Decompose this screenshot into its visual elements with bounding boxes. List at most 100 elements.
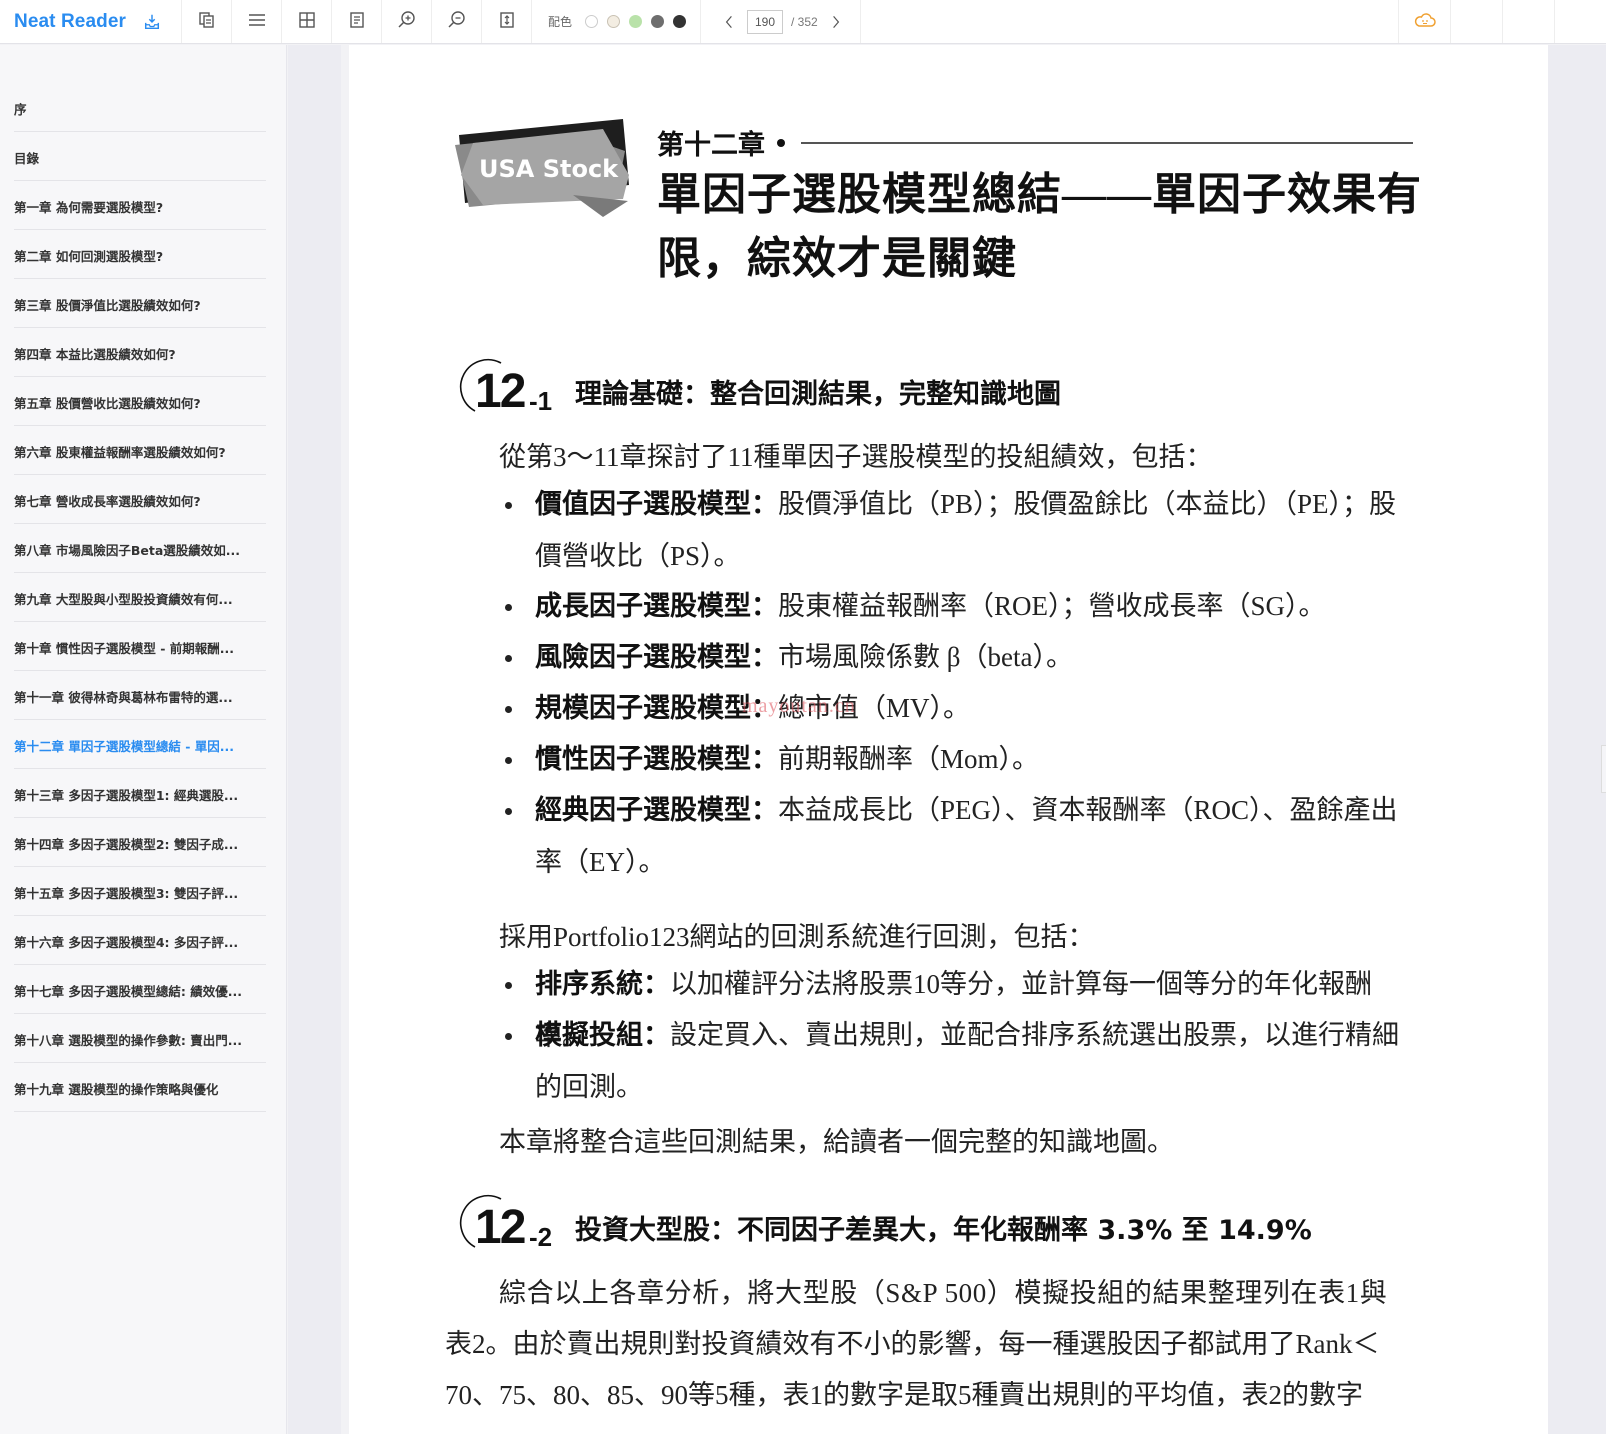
side-panel-handle[interactable] xyxy=(1601,745,1606,793)
toc-item[interactable]: 第五章 股價營收比選股績效如何? xyxy=(14,377,266,426)
toc-item[interactable]: 第九章 大型股與小型股投資績效有何... xyxy=(14,573,266,622)
zoom-in-button[interactable] xyxy=(382,0,432,43)
toc-item[interactable]: 目錄 xyxy=(14,132,266,181)
toc-item[interactable]: 第二章 如何回測選股模型? xyxy=(14,230,266,279)
pager: / 352 xyxy=(701,0,861,43)
zoom-out-icon xyxy=(447,10,467,34)
bullet-dot xyxy=(505,757,512,764)
chapter-title: 單因子選股模型總結——單因子效果有 限，綜效才是關鍵 xyxy=(657,163,1437,291)
toc-item[interactable]: 第十五章 多因子選股模型3: 雙因子評... xyxy=(14,867,266,916)
bullet-description: 總市值（MV）。 xyxy=(778,693,971,723)
chevron-left-icon xyxy=(725,15,732,28)
bullet-text: 風險因子選股模型：市場風險係數 β（beta）。 xyxy=(505,631,1405,683)
swatch-beige[interactable] xyxy=(607,15,621,28)
toc-item[interactable]: 第十九章 選股模型的操作策略與優化 xyxy=(14,1063,266,1112)
page-gutter-right xyxy=(1548,45,1606,1434)
bullet-dot xyxy=(505,706,512,713)
toc-item[interactable]: 第十六章 多因子選股模型4: 多因子評... xyxy=(14,916,266,965)
bullet-text: 慣性因子選股模型：前期報酬率（Mom）。 xyxy=(505,733,1405,785)
copy-button[interactable] xyxy=(182,0,232,43)
bullet-dot xyxy=(505,604,512,611)
chevron-right-icon xyxy=(832,15,839,28)
body-line-1: 綜合以上各章分析，將大型股（S&P 500）模擬投組的結果整理列在表1與 xyxy=(499,1278,1388,1308)
bullet-dot xyxy=(505,502,512,509)
brand: Neat Reader xyxy=(0,0,182,43)
backtest-intro: 採用Portfolio123網站的回測系統進行回測，包括： xyxy=(499,922,1095,952)
section-title: 理論基礎：整合回測結果，完整知識地圖 xyxy=(575,379,1061,410)
toc-button[interactable] xyxy=(232,0,282,43)
cloud-sync-button[interactable] xyxy=(1398,0,1450,43)
search-button[interactable] xyxy=(1450,0,1502,45)
chapter-dot xyxy=(777,138,785,147)
toc-item[interactable]: 第十三章 多因子選股模型1: 經典選股... xyxy=(14,769,266,818)
bullet-item: 價值因子選股模型：股價淨值比（PB）；股價盈餘比（本益比）（PE）；股價營收比（… xyxy=(505,478,1405,582)
color-scheme-label: 配色 xyxy=(548,15,573,29)
copy-icon xyxy=(197,10,217,34)
fit-height-icon xyxy=(497,10,517,34)
grid-icon xyxy=(297,10,317,34)
bullet-dot xyxy=(505,808,512,815)
bullet-item: 風險因子選股模型：市場風險係數 β（beta）。 xyxy=(505,631,1405,683)
toolbar: Neat Reader 配色 / 352 xyxy=(0,0,1606,45)
color-scheme-group: 配色 xyxy=(532,0,702,43)
section-number-main: 12 xyxy=(475,1201,526,1254)
next-page-button[interactable] xyxy=(826,12,846,32)
zoom-out-button[interactable] xyxy=(432,0,482,43)
bullet-item: 模擬投組：設定買入、賣出規則，並配合排序系統選出股票，以進行精細的回測。 xyxy=(505,1009,1405,1113)
fit-height-button[interactable] xyxy=(482,0,532,43)
toc-item[interactable]: 第十七章 多因子選股模型總結: 績效優... xyxy=(14,965,266,1014)
bullet-text: 成長因子選股模型：股東權益報酬率（ROE）；營收成長率（SG）。 xyxy=(505,580,1405,632)
collapse-toolbar-button[interactable] xyxy=(1554,0,1606,44)
section-heading-12-2: 12 -2 投資大型股：不同因子差異大，年化報酬率 3.3% 至 14.9% xyxy=(453,1191,1312,1254)
swatch-white[interactable] xyxy=(585,15,599,28)
bullet-term: 風險因子選股模型： xyxy=(535,642,778,672)
swatch-dark[interactable] xyxy=(673,15,687,28)
toc-item[interactable]: 第十一章 彼得林奇與葛林布雷特的選... xyxy=(14,671,266,720)
zoom-in-icon xyxy=(397,10,417,34)
book-page: USA Stock 第十二章 單因子選股模型總結——單因子效果有 限，綜效才是關… xyxy=(349,45,1548,1434)
bullet-text: 規模因子選股模型：總市值（MV）。 xyxy=(505,682,1405,734)
bullet-dot xyxy=(505,655,512,662)
intro-paragraph: 從第3～11章探討了11種單因子選股模型的投組績效，包括： xyxy=(499,442,1213,472)
toc-item[interactable]: 第三章 股價淨值比選股績效如何? xyxy=(14,279,266,328)
section-number: 12 -1 xyxy=(453,355,571,418)
bullet-text: 模擬投組：設定買入、賣出規則，並配合排序系統選出股票，以進行精細的回測。 xyxy=(505,1009,1405,1113)
toc-item[interactable]: 第十二章 單因子選股模型總結 - 單因... xyxy=(14,720,266,769)
section-number-sub: -2 xyxy=(529,1222,553,1252)
bullet-term: 模擬投組： xyxy=(535,1020,670,1050)
toc-item[interactable]: 第一章 為何需要選股模型? xyxy=(14,181,266,230)
bullet-description: 前期報酬率（Mom）。 xyxy=(778,744,1040,774)
toc-item[interactable]: 第十章 慣性因子選股模型 - 前期報酬... xyxy=(14,622,266,671)
notes-icon xyxy=(347,10,367,34)
outro-paragraph: 本章將整合這些回測結果，給讀者一個完整的知識地圖。 xyxy=(499,1127,1174,1157)
chapter-title-line-1: 單因子選股模型總結——單因子效果有 xyxy=(657,170,1422,219)
bullet-text: 價值因子選股模型：股價淨值比（PB）；股價盈餘比（本益比）（PE）；股價營收比（… xyxy=(505,478,1405,582)
swatch-gray[interactable] xyxy=(651,15,665,28)
section-number: 12 -2 xyxy=(453,1191,571,1254)
toc-sidebar: 序目錄 第一章 為何需要選股模型? 第二章 如何回測選股模型? 第三章 股價淨值比選股… xyxy=(0,45,287,1434)
badge-text: USA Stock xyxy=(479,155,619,183)
cloud-icon xyxy=(1414,12,1436,32)
section-title: 投資大型股：不同因子差異大，年化報酬率 3.3% 至 14.9% xyxy=(575,1215,1312,1246)
toc-item[interactable]: 第四章 本益比選股績效如何? xyxy=(14,328,266,377)
bullet-dot xyxy=(505,982,512,989)
prev-page-button[interactable] xyxy=(719,12,739,32)
toc-item[interactable]: 第十八章 選股模型的操作參數: 賣出門... xyxy=(14,1014,266,1063)
fullscreen-button[interactable] xyxy=(1502,0,1554,45)
bullet-item: 成長因子選股模型：股東權益報酬率（ROE）；營收成長率（SG）。 xyxy=(505,580,1405,632)
page-number-input[interactable] xyxy=(747,9,784,34)
toc-item[interactable]: 第十四章 多因子選股模型2: 雙因子成... xyxy=(14,818,266,867)
toc-item[interactable]: 序 xyxy=(14,83,266,132)
toc-item[interactable]: 第六章 股東權益報酬率選股績效如何? xyxy=(14,426,266,475)
toc-list: 序目錄 第一章 為何需要選股模型? 第二章 如何回測選股模型? 第三章 股價淨值比選股… xyxy=(14,83,266,1112)
bullet-item: 經典因子選股模型：本益成長比（PEG）、資本報酬率（ROC）、盈餘產出率（EY）… xyxy=(505,784,1405,888)
toc-item[interactable]: 第七章 營收成長率選股績效如何? xyxy=(14,475,266,524)
notes-button[interactable] xyxy=(332,0,382,43)
app-title: Neat Reader xyxy=(14,10,126,32)
swatch-green[interactable] xyxy=(629,15,643,28)
toc-item[interactable]: 第八章 市場風險因子Beta選股績效如... xyxy=(14,524,266,573)
download-icon[interactable] xyxy=(142,12,162,32)
chapter-rule xyxy=(801,142,1413,144)
grid-view-button[interactable] xyxy=(282,0,332,43)
